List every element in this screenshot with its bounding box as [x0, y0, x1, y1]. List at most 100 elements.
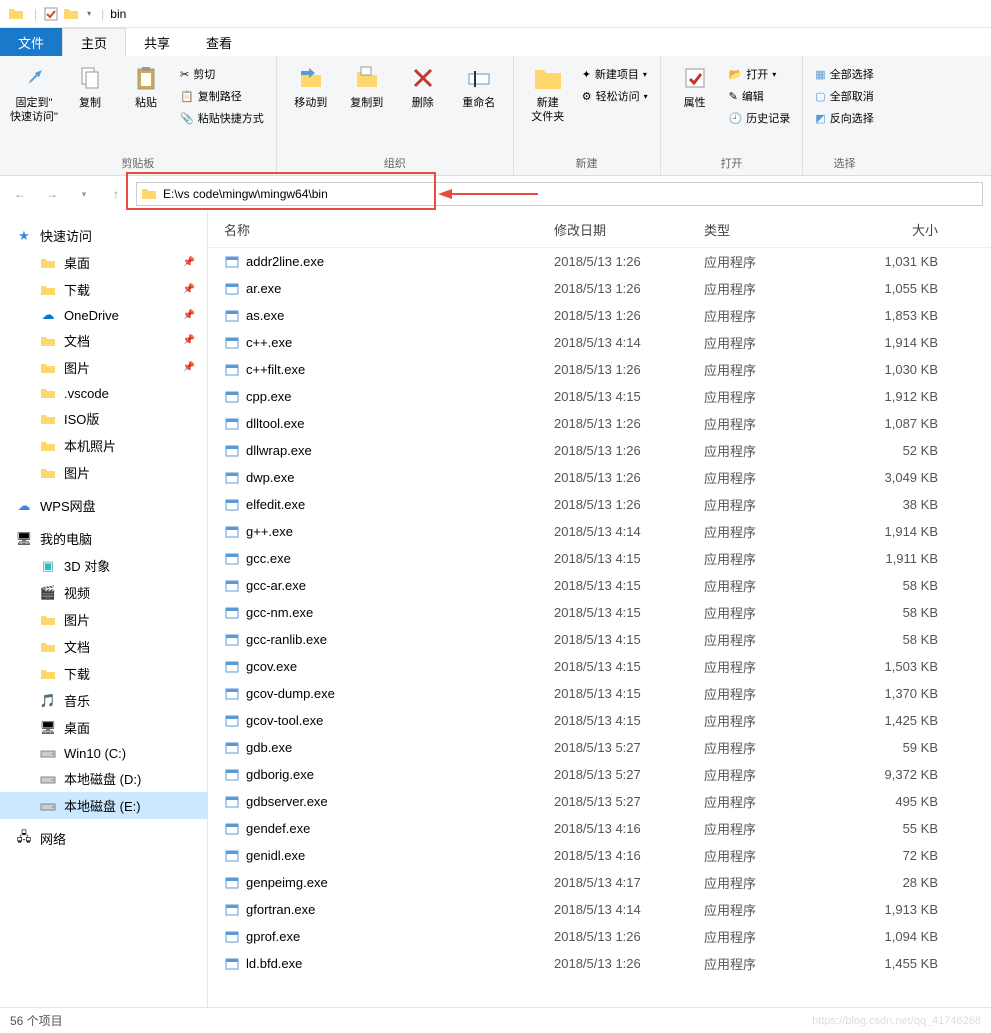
- pin-quickaccess-button[interactable]: 固定到" 快速访问": [8, 60, 60, 127]
- file-row[interactable]: gdb.exe 2018/5/13 5:27 应用程序 59 KB: [208, 734, 991, 761]
- recent-dropdown[interactable]: ▾: [72, 182, 96, 206]
- file-row[interactable]: as.exe 2018/5/13 1:26 应用程序 1,853 KB: [208, 302, 991, 329]
- tab-file[interactable]: 文件: [0, 28, 62, 56]
- tab-home[interactable]: 主页: [62, 28, 126, 56]
- file-row[interactable]: elfedit.exe 2018/5/13 1:26 应用程序 38 KB: [208, 491, 991, 518]
- sidebar-item[interactable]: 文档: [0, 633, 207, 660]
- col-name[interactable]: 名称: [216, 220, 546, 239]
- file-row[interactable]: g++.exe 2018/5/13 4:14 应用程序 1,914 KB: [208, 518, 991, 545]
- file-row[interactable]: c++.exe 2018/5/13 4:14 应用程序 1,914 KB: [208, 329, 991, 356]
- sidebar-network[interactable]: 🖧 网络: [0, 825, 207, 852]
- history-button[interactable]: 🕘历史记录: [725, 108, 795, 128]
- file-row[interactable]: cpp.exe 2018/5/13 4:15 应用程序 1,912 KB: [208, 383, 991, 410]
- rename-button[interactable]: 重命名: [453, 60, 505, 112]
- sidebar-item[interactable]: 🎬视频: [0, 579, 207, 606]
- paste-button[interactable]: 粘贴: [120, 60, 172, 112]
- col-date[interactable]: 修改日期: [546, 220, 696, 239]
- file-row[interactable]: ld.bfd.exe 2018/5/13 1:26 应用程序 1,455 KB: [208, 950, 991, 977]
- selectall-button[interactable]: ▦全部选择: [811, 64, 877, 84]
- file-row[interactable]: gcc-nm.exe 2018/5/13 4:15 应用程序 58 KB: [208, 599, 991, 626]
- up-button[interactable]: ↑: [104, 182, 128, 206]
- navigation-pane[interactable]: ★ 快速访问 桌面📌下载📌☁OneDrive📌文档📌图片📌.vscodeISO版…: [0, 212, 208, 1007]
- sidebar-item[interactable]: 本机照片: [0, 432, 207, 459]
- sidebar-item[interactable]: 下载📌: [0, 276, 207, 303]
- back-button[interactable]: ←: [8, 182, 32, 206]
- copyto-button[interactable]: 复制到: [341, 60, 393, 112]
- moveto-icon: [295, 62, 327, 94]
- file-row[interactable]: addr2line.exe 2018/5/13 1:26 应用程序 1,031 …: [208, 248, 991, 275]
- sidebar-item[interactable]: 桌面📌: [0, 249, 207, 276]
- invert-button[interactable]: ◩反向选择: [811, 108, 877, 128]
- dropdown-icon[interactable]: ▾: [87, 9, 91, 18]
- tab-view[interactable]: 查看: [188, 28, 250, 56]
- exe-icon: [224, 659, 240, 675]
- tab-share[interactable]: 共享: [126, 28, 188, 56]
- file-row[interactable]: ar.exe 2018/5/13 1:26 应用程序 1,055 KB: [208, 275, 991, 302]
- file-row[interactable]: dwp.exe 2018/5/13 1:26 应用程序 3,049 KB: [208, 464, 991, 491]
- file-row[interactable]: genpeimg.exe 2018/5/13 4:17 应用程序 28 KB: [208, 869, 991, 896]
- file-row[interactable]: gcov-tool.exe 2018/5/13 4:15 应用程序 1,425 …: [208, 707, 991, 734]
- file-row[interactable]: gcc-ar.exe 2018/5/13 4:15 应用程序 58 KB: [208, 572, 991, 599]
- file-row[interactable]: gfortran.exe 2018/5/13 4:14 应用程序 1,913 K…: [208, 896, 991, 923]
- sidebar-item[interactable]: 🎵音乐: [0, 687, 207, 714]
- edit-button[interactable]: ✎编辑: [725, 86, 795, 106]
- file-row[interactable]: gcov-dump.exe 2018/5/13 4:15 应用程序 1,370 …: [208, 680, 991, 707]
- cut-button[interactable]: ✂剪切: [176, 64, 268, 84]
- folder-icon: [40, 360, 56, 376]
- forward-button[interactable]: →: [40, 182, 64, 206]
- shortcut-icon: 📎: [180, 112, 194, 125]
- file-list[interactable]: 名称 修改日期 类型 大小 addr2line.exe 2018/5/13 1:…: [208, 212, 991, 1007]
- delete-button[interactable]: 删除: [397, 60, 449, 112]
- folder-icon: [40, 282, 56, 298]
- sidebar-item[interactable]: Win10 (C:): [0, 741, 207, 765]
- file-row[interactable]: gcc.exe 2018/5/13 4:15 应用程序 1,911 KB: [208, 545, 991, 572]
- exe-icon: [224, 308, 240, 324]
- file-row[interactable]: gprof.exe 2018/5/13 1:26 应用程序 1,094 KB: [208, 923, 991, 950]
- moveto-button[interactable]: 移动到: [285, 60, 337, 112]
- sidebar-item[interactable]: ▣3D 对象: [0, 552, 207, 579]
- sidebar-item[interactable]: 🖥桌面: [0, 714, 207, 741]
- file-row[interactable]: gdbserver.exe 2018/5/13 5:27 应用程序 495 KB: [208, 788, 991, 815]
- sidebar-item[interactable]: .vscode: [0, 381, 207, 405]
- pin-icon: [18, 62, 50, 94]
- file-row[interactable]: gdborig.exe 2018/5/13 5:27 应用程序 9,372 KB: [208, 761, 991, 788]
- col-type[interactable]: 类型: [696, 220, 846, 239]
- newfolder-icon: [532, 62, 564, 94]
- ribbon-group-new: 新建 文件夹 ✦新建项目▾ ⚙轻松访问▾ 新建: [514, 56, 661, 175]
- sidebar-item[interactable]: 本地磁盘 (E:): [0, 792, 207, 819]
- file-row[interactable]: dllwrap.exe 2018/5/13 1:26 应用程序 52 KB: [208, 437, 991, 464]
- address-bar[interactable]: E:\vs code\mingw\mingw64\bin: [136, 182, 983, 206]
- checkbox-icon[interactable]: [43, 6, 59, 22]
- sidebar-item[interactable]: ☁OneDrive📌: [0, 303, 207, 327]
- newitem-button[interactable]: ✦新建项目▾: [578, 64, 652, 84]
- file-row[interactable]: dlltool.exe 2018/5/13 1:26 应用程序 1,087 KB: [208, 410, 991, 437]
- file-row[interactable]: genidl.exe 2018/5/13 4:16 应用程序 72 KB: [208, 842, 991, 869]
- sidebar-item[interactable]: 下载: [0, 660, 207, 687]
- sidebar-item[interactable]: 本地磁盘 (D:): [0, 765, 207, 792]
- sidebar-thispc[interactable]: 🖥 我的电脑: [0, 525, 207, 552]
- properties-button[interactable]: 属性: [669, 60, 721, 112]
- pc-icon: 🖥: [16, 531, 32, 547]
- easyaccess-button[interactable]: ⚙轻松访问▾: [578, 86, 652, 106]
- sidebar-quickaccess[interactable]: ★ 快速访问: [0, 222, 207, 249]
- sidebar-item[interactable]: 图片📌: [0, 354, 207, 381]
- file-row[interactable]: gendef.exe 2018/5/13 4:16 应用程序 55 KB: [208, 815, 991, 842]
- pin-icon: 📌: [183, 335, 195, 346]
- sidebar-wps[interactable]: ☁ WPS网盘: [0, 492, 207, 519]
- col-size[interactable]: 大小: [846, 220, 946, 239]
- file-row[interactable]: gcov.exe 2018/5/13 4:15 应用程序 1,503 KB: [208, 653, 991, 680]
- sidebar-item[interactable]: 图片: [0, 606, 207, 633]
- folder-icon: [40, 465, 56, 481]
- pasteshortcut-button[interactable]: 📎粘贴快捷方式: [176, 108, 268, 128]
- newfolder-button[interactable]: 新建 文件夹: [522, 60, 574, 127]
- copy-button[interactable]: 复制: [64, 60, 116, 112]
- open-button[interactable]: 📂打开▾: [725, 64, 795, 84]
- file-row[interactable]: c++filt.exe 2018/5/13 1:26 应用程序 1,030 KB: [208, 356, 991, 383]
- file-row[interactable]: gcc-ranlib.exe 2018/5/13 4:15 应用程序 58 KB: [208, 626, 991, 653]
- sidebar-item[interactable]: 图片: [0, 459, 207, 486]
- separator: |: [34, 7, 37, 21]
- sidebar-item[interactable]: ISO版: [0, 405, 207, 432]
- copypath-button[interactable]: 📋复制路径: [176, 86, 268, 106]
- sidebar-item[interactable]: 文档📌: [0, 327, 207, 354]
- selectnone-button[interactable]: ▢全部取消: [811, 86, 877, 106]
